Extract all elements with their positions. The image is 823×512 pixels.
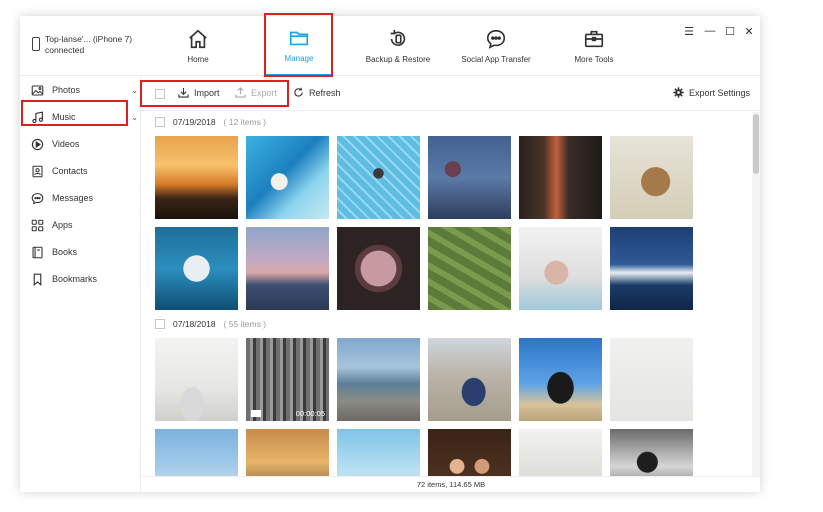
photo-thumbnail[interactable] (246, 227, 329, 310)
export-settings-label: Export Settings (689, 87, 751, 98)
sidebar-item-label: Videos (52, 139, 80, 149)
sidebar-item-label: Bookmarks (52, 274, 98, 284)
highlight-box-manage (264, 13, 333, 77)
vertical-scrollbar[interactable] (752, 112, 760, 476)
photo-thumbnail[interactable] (337, 429, 420, 476)
sidebar-item-videos[interactable]: Videos (30, 135, 138, 153)
play-circle-icon (30, 137, 44, 151)
sidebar-item-contacts[interactable]: Contacts (30, 162, 138, 180)
photo-thumbnail[interactable] (519, 429, 602, 476)
sidebar-item-label: Messages (52, 193, 94, 203)
chevron-down-icon[interactable]: ⌄ (131, 113, 138, 122)
chat-bubble-icon (486, 29, 506, 49)
apps-grid-icon (30, 218, 44, 232)
sidebar-item-label: Contacts (52, 166, 88, 176)
nav-tab-label: More Tools (574, 55, 614, 64)
photo-thumbnail[interactable] (337, 227, 420, 310)
photo-icon (30, 83, 44, 97)
photo-thumbnail[interactable] (428, 227, 511, 310)
photo-thumbnail[interactable] (610, 429, 693, 476)
photo-thumbnail[interactable] (610, 227, 693, 310)
group-date: 07/18/2018 (173, 319, 216, 329)
photo-thumbnail[interactable] (246, 429, 329, 476)
group-date: 07/19/2018 (173, 117, 216, 127)
photo-thumbnail[interactable] (428, 429, 511, 476)
nav-tab-label: Backup & Restore (365, 55, 431, 64)
photo-thumbnail[interactable] (337, 338, 420, 421)
photo-thumbnail[interactable] (155, 136, 238, 219)
device-status: connected (45, 45, 85, 55)
photo-thumbnail[interactable] (519, 338, 602, 421)
refresh-label: Refresh (309, 87, 341, 98)
bookmark-icon (30, 272, 44, 286)
maximize-icon[interactable]: ☐ (723, 25, 737, 38)
group-checkbox[interactable] (155, 117, 165, 127)
sidebar-item-photos[interactable]: Photos ⌄ (30, 81, 138, 99)
refresh-icon (294, 87, 303, 97)
phone-icon (32, 37, 40, 51)
photo-thumbnail[interactable] (519, 227, 602, 310)
backup-restore-icon (390, 29, 406, 47)
toolbox-icon (584, 30, 604, 48)
gear-icon (673, 87, 684, 98)
minimize-icon[interactable]: — (703, 25, 717, 37)
highlight-box-import-export (140, 80, 289, 107)
sidebar: Photos ⌄ Music ⌄ Videos Contacts Message… (20, 77, 141, 492)
sidebar-item-apps[interactable]: Apps (30, 216, 138, 234)
message-bubble-icon (30, 191, 44, 205)
sidebar-item-label: Photos (52, 85, 81, 95)
refresh-button[interactable]: Refresh (293, 87, 341, 98)
sidebar-item-bookmarks[interactable]: Bookmarks (30, 270, 138, 288)
video-thumbnail[interactable]: 00:00:05 (246, 338, 329, 421)
chevron-down-icon[interactable]: ⌄ (131, 86, 138, 95)
contact-card-icon (30, 164, 44, 178)
export-settings-button[interactable]: Export Settings (673, 87, 750, 98)
highlight-box-music (21, 100, 128, 126)
nav-tab-social-app-transfer[interactable]: Social App Transfer (456, 16, 536, 76)
photo-thumbnail[interactable] (519, 136, 602, 219)
sidebar-item-label: Apps (52, 220, 73, 230)
photo-thumbnail[interactable] (246, 136, 329, 219)
scrollbar-thumb[interactable] (753, 114, 759, 174)
home-icon (189, 29, 207, 49)
photo-thumbnail[interactable] (337, 136, 420, 219)
nav-tab-label: Home (187, 55, 209, 64)
app-window: Top-lanse'... (iPhone 7) connected Home … (20, 16, 760, 492)
photo-grid: 07/19/2018 ( 12 items ) 07/18/2018 ( 55 … (142, 112, 752, 476)
sidebar-item-messages[interactable]: Messages (30, 189, 138, 207)
photo-thumbnail[interactable] (428, 136, 511, 219)
date-group-header: 07/18/2018 ( 55 items ) (155, 319, 266, 329)
nav-tab-label: Social App Transfer (461, 55, 531, 64)
group-checkbox[interactable] (155, 319, 165, 329)
status-bar: 72 items, 114.65 MB (142, 476, 760, 492)
photo-thumbnail[interactable] (155, 338, 238, 421)
top-navigation-bar: Top-lanse'... (iPhone 7) connected Home … (20, 16, 760, 76)
close-icon[interactable]: ✕ (742, 25, 756, 38)
video-duration: 00:00:05 (295, 409, 325, 418)
sidebar-item-books[interactable]: Books (30, 243, 138, 261)
photo-thumbnail[interactable] (155, 429, 238, 476)
book-icon (30, 245, 44, 259)
menu-icon[interactable]: ☰ (682, 25, 696, 38)
date-group-header: 07/19/2018 ( 12 items ) (155, 117, 266, 127)
device-name: Top-lanse'... (iPhone 7) (45, 34, 133, 44)
group-count: ( 55 items ) (223, 319, 267, 329)
nav-tab-more-tools[interactable]: More Tools (564, 16, 624, 76)
photo-thumbnail[interactable] (155, 227, 238, 310)
photo-thumbnail[interactable] (610, 338, 693, 421)
group-count: ( 12 items ) (223, 117, 267, 127)
nav-tab-backup-restore[interactable]: Backup & Restore (358, 16, 438, 76)
device-info[interactable]: Top-lanse'... (iPhone 7) connected (32, 34, 132, 56)
sidebar-item-label: Books (52, 247, 78, 257)
nav-tab-home[interactable]: Home (168, 16, 228, 76)
photo-thumbnail[interactable] (610, 136, 693, 219)
photo-thumbnail[interactable] (428, 338, 511, 421)
video-camera-icon (251, 410, 261, 417)
